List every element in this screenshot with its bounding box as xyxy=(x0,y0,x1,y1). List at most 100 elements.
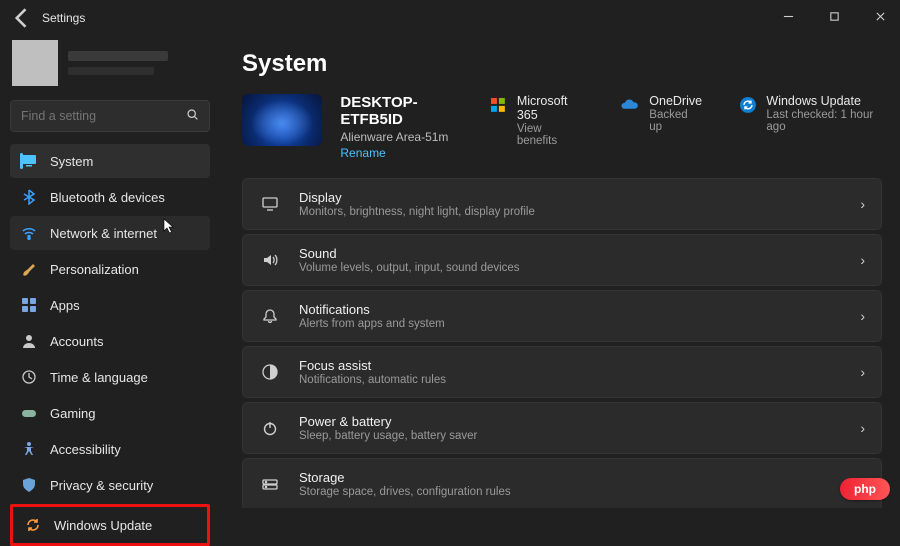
sidebar-item-time-language[interactable]: Time & language xyxy=(10,360,210,394)
status-subtitle: Backed up xyxy=(649,109,702,133)
apps-icon xyxy=(20,296,38,314)
status-row: Microsoft 365 View benefits OneDrive Bac… xyxy=(489,94,882,147)
avatar xyxy=(12,40,58,86)
settings-row-display[interactable]: Display Monitors, brightness, night ligh… xyxy=(242,178,882,230)
sidebar-item-label: System xyxy=(50,154,93,169)
settings-row-sound[interactable]: Sound Volume levels, output, input, soun… xyxy=(242,234,882,286)
chevron-right-icon: › xyxy=(860,196,865,212)
row-title: Storage xyxy=(299,470,511,485)
sidebar-item-label: Accessibility xyxy=(50,442,121,457)
sidebar-item-gaming[interactable]: Gaming xyxy=(10,396,210,430)
sidebar-item-system[interactable]: System xyxy=(10,144,210,178)
sidebar-item-label: Personalization xyxy=(50,262,139,277)
chevron-right-icon: › xyxy=(860,252,865,268)
gamepad-icon xyxy=(20,404,38,422)
window-title: Settings xyxy=(42,11,85,25)
status-subtitle: View benefits xyxy=(517,123,584,147)
row-subtitle: Alerts from apps and system xyxy=(299,318,445,330)
onedrive-icon xyxy=(620,95,640,115)
highlight-annotation: Windows Update xyxy=(10,504,210,546)
status-onedrive[interactable]: OneDrive Backed up xyxy=(620,94,703,147)
accessibility-icon xyxy=(20,440,38,458)
sidebar-item-accounts[interactable]: Accounts xyxy=(10,324,210,358)
nav-list: System Bluetooth & devices Network & inter… xyxy=(10,144,210,546)
row-title: Display xyxy=(299,190,535,205)
sidebar-item-bluetooth-devices[interactable]: Bluetooth & devices xyxy=(10,180,210,214)
row-subtitle: Notifications, automatic rules xyxy=(299,374,446,386)
device-model: Alienware Area-51m xyxy=(340,130,471,144)
sidebar-item-personalization[interactable]: Personalization xyxy=(10,252,210,286)
window-controls xyxy=(774,6,894,26)
settings-list: Display Monitors, brightness, night ligh… xyxy=(242,178,882,508)
sound-icon xyxy=(259,249,281,271)
search-icon xyxy=(186,108,199,124)
back-button[interactable] xyxy=(8,4,36,32)
row-subtitle: Monitors, brightness, night light, displ… xyxy=(299,206,535,218)
status-title: OneDrive xyxy=(649,94,702,108)
page-title: System xyxy=(242,50,882,78)
close-button[interactable] xyxy=(866,6,894,26)
sidebar-item-windows-update[interactable]: Windows Update xyxy=(14,508,206,542)
status-title: Microsoft 365 xyxy=(517,94,584,122)
bluetooth-icon xyxy=(20,188,38,206)
sidebar-item-label: Bluetooth & devices xyxy=(50,190,165,205)
sidebar-item-label: Windows Update xyxy=(54,518,152,533)
sidebar-item-accessibility[interactable]: Accessibility xyxy=(10,432,210,466)
account-header[interactable] xyxy=(10,36,210,100)
monitor-icon xyxy=(20,152,38,170)
settings-row-focus-assist[interactable]: Focus assist Notifications, automatic ru… xyxy=(242,346,882,398)
sidebar-item-label: Time & language xyxy=(50,370,148,385)
sidebar-item-apps[interactable]: Apps xyxy=(10,288,210,322)
watermark-badge: php xyxy=(840,478,890,500)
shield-icon xyxy=(20,476,38,494)
sidebar-item-label: Privacy & security xyxy=(50,478,153,493)
chevron-right-icon: › xyxy=(860,364,865,380)
device-wallpaper-thumb xyxy=(242,94,322,146)
row-subtitle: Volume levels, output, input, sound devi… xyxy=(299,262,520,274)
row-subtitle: Sleep, battery usage, battery saver xyxy=(299,430,477,442)
sidebar-item-label: Gaming xyxy=(50,406,96,421)
account-email-placeholder xyxy=(68,67,154,75)
row-title: Sound xyxy=(299,246,520,261)
chevron-right-icon: › xyxy=(860,308,865,324)
row-title: Power & battery xyxy=(299,414,477,429)
notifications-icon xyxy=(259,305,281,327)
update-icon xyxy=(24,516,42,534)
wifi-icon xyxy=(20,224,38,242)
sidebar-item-network-internet[interactable]: Network & internet xyxy=(10,216,210,250)
settings-row-power-battery[interactable]: Power & battery Sleep, battery usage, ba… xyxy=(242,402,882,454)
status-title: Windows Update xyxy=(766,94,882,108)
device-name: DESKTOP-ETFB5ID xyxy=(340,94,471,128)
row-title: Focus assist xyxy=(299,358,446,373)
person-icon xyxy=(20,332,38,350)
status-windows-update[interactable]: Windows Update Last checked: 1 hour ago xyxy=(739,94,883,147)
sidebar-item-privacy-security[interactable]: Privacy & security xyxy=(10,468,210,502)
account-name-placeholder xyxy=(68,51,168,61)
brush-icon xyxy=(20,260,38,278)
row-title: Notifications xyxy=(299,302,445,317)
rename-link[interactable]: Rename xyxy=(340,146,471,160)
windowsupdate-icon xyxy=(739,95,757,115)
display-icon xyxy=(259,193,281,215)
sidebar: System Bluetooth & devices Network & inter… xyxy=(0,36,216,508)
sidebar-item-label: Accounts xyxy=(50,334,103,349)
minimize-button[interactable] xyxy=(774,6,802,26)
chevron-right-icon: › xyxy=(860,420,865,436)
row-subtitle: Storage space, drives, configuration rul… xyxy=(299,486,511,498)
status-microsoft-[interactable]: Microsoft 365 View benefits xyxy=(489,94,584,147)
titlebar: Settings xyxy=(0,0,900,36)
storage-icon xyxy=(259,473,281,495)
focus-icon xyxy=(259,361,281,383)
search-box[interactable] xyxy=(10,100,210,132)
microsoft365-icon xyxy=(489,95,507,115)
sidebar-item-label: Apps xyxy=(50,298,80,313)
status-subtitle: Last checked: 1 hour ago xyxy=(766,109,882,133)
device-hero: DESKTOP-ETFB5ID Alienware Area-51m Renam… xyxy=(242,94,882,160)
clock-globe-icon xyxy=(20,368,38,386)
maximize-button[interactable] xyxy=(820,6,848,26)
settings-row-storage[interactable]: Storage Storage space, drives, configura… xyxy=(242,458,882,508)
settings-row-notifications[interactable]: Notifications Alerts from apps and syste… xyxy=(242,290,882,342)
power-icon xyxy=(259,417,281,439)
search-input[interactable] xyxy=(21,109,186,123)
sidebar-item-label: Network & internet xyxy=(50,226,157,241)
